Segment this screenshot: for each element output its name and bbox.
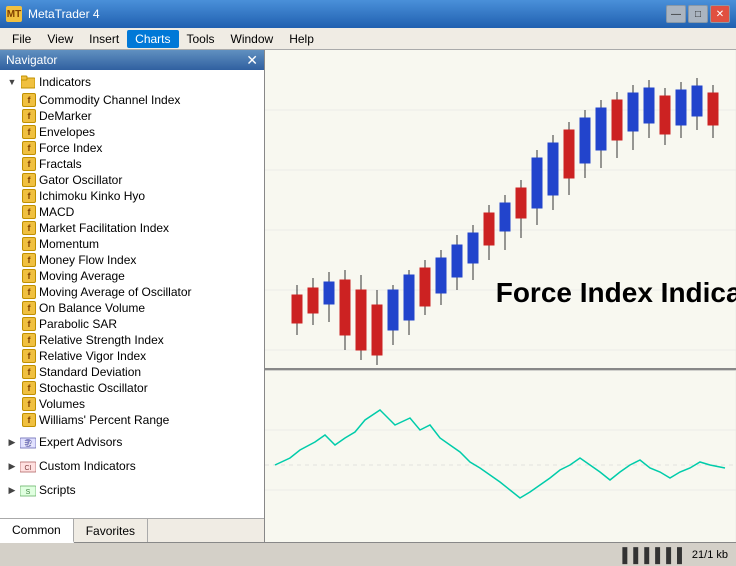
menu-charts[interactable]: Charts [127,30,178,48]
svg-text:EA: EA [23,441,33,448]
svg-text:CI: CI [25,465,32,472]
expand-indicators-icon: ▼ [4,74,20,90]
navigator-close-button[interactable]: ✕ [246,53,258,67]
indicators-folder-icon [20,74,36,90]
navigator-header: Navigator ✕ [0,50,264,70]
minimize-button[interactable]: — [666,5,686,23]
indicator-icon: f [22,93,36,107]
indicator-icon: f [22,301,36,315]
expert-advisors-header[interactable]: ▶ EA Expert Advisors [0,432,264,452]
menu-help[interactable]: Help [281,30,322,48]
indicator-icon: f [22,253,36,267]
indicator-icon: f [22,397,36,411]
expand-scripts-icon: ▶ [4,482,20,498]
list-item[interactable]: f Momentum [0,236,264,252]
indicator-icon: f [22,141,36,155]
indicator-icon: f [22,269,36,283]
main-area: Navigator ✕ ▼ Indicators [0,50,736,542]
app-title: MetaTrader 4 [28,7,100,21]
indicator-icon: f [22,109,36,123]
title-bar: MT MetaTrader 4 — □ ✕ [0,0,736,28]
indicators-section-header[interactable]: ▼ Indicators [0,72,264,92]
chart-bars-icon: ▌▌▌▌▌▌ [622,547,688,563]
chart-area: Force Index Indicator [265,50,736,542]
list-item[interactable]: f Stochastic Oscillator [0,380,264,396]
indicators-section: ▼ Indicators f Commodity Channel Index [0,70,264,430]
menu-bar: File View Insert Charts Tools Window Hel… [0,28,736,50]
navigator-panel: Navigator ✕ ▼ Indicators [0,50,265,542]
list-item-money-flow[interactable]: f Money Flow Index [0,252,264,268]
ci-folder-icon: CI [20,458,36,474]
status-text: 21/1 kb [692,549,728,561]
navigator-tabs: Common Favorites [0,518,264,542]
tab-favorites[interactable]: Favorites [74,519,148,542]
indicator-icon: f [22,221,36,235]
list-item[interactable]: f Commodity Channel Index [0,92,264,108]
indicator-icon: f [22,157,36,171]
window-controls: — □ ✕ [666,5,730,23]
list-item-force-index[interactable]: f Force Index [0,140,264,156]
expand-ci-icon: ▶ [4,458,20,474]
custom-indicators-header[interactable]: ▶ CI Custom Indicators [0,456,264,476]
list-item[interactable]: f Moving Average of Oscillator [0,284,264,300]
scripts-label: Scripts [39,483,76,497]
list-item-rsi[interactable]: f Relative Strength Index [0,332,264,348]
list-item[interactable]: f Parabolic SAR [0,316,264,332]
navigator-content[interactable]: ▼ Indicators f Commodity Channel Index [0,70,264,518]
indicator-icon: f [22,205,36,219]
indicators-label: Indicators [39,75,91,89]
menu-window[interactable]: Window [223,30,282,48]
list-item[interactable]: f Gator Oscillator [0,172,264,188]
list-item[interactable]: f Williams' Percent Range [0,412,264,428]
indicator-icon: f [22,349,36,363]
status-bar: ▌▌▌▌▌▌ 21/1 kb [0,542,736,566]
menu-view[interactable]: View [39,30,81,48]
expert-advisors-section: ▶ EA Expert Advisors [0,430,264,454]
list-item[interactable]: f Volumes [0,396,264,412]
list-item[interactable]: f DeMarker [0,108,264,124]
indicator-icon: f [22,189,36,203]
list-item[interactable]: f Fractals [0,156,264,172]
list-item[interactable]: f Ichimoku Kinko Hyo [0,188,264,204]
indicator-icon: f [22,237,36,251]
indicator-icon: f [22,173,36,187]
expand-ea-icon: ▶ [4,434,20,450]
indicator-icon: f [22,317,36,331]
menu-tools[interactable]: Tools [179,30,223,48]
list-item[interactable]: f MACD [0,204,264,220]
indicator-icon: f [22,413,36,427]
menu-file[interactable]: File [4,30,39,48]
indicator-icon: f [22,125,36,139]
svg-text:S: S [26,489,31,496]
close-button[interactable]: ✕ [710,5,730,23]
list-item-std-dev[interactable]: f Standard Deviation [0,364,264,380]
list-item-market-facilitation[interactable]: f Market Facilitation Index [0,220,264,236]
indicator-icon: f [22,333,36,347]
ea-folder-icon: EA [20,434,36,450]
maximize-button[interactable]: □ [688,5,708,23]
ci-label: Custom Indicators [39,459,136,473]
app-icon: MT [6,6,22,22]
status-indicator: ▌▌▌▌▌▌ 21/1 kb [622,547,728,563]
indicator-icon: f [22,285,36,299]
menu-insert[interactable]: Insert [81,30,127,48]
ea-label: Expert Advisors [39,435,122,449]
list-item[interactable]: f Moving Average [0,268,264,284]
scripts-section: ▶ S Scripts [0,478,264,502]
scripts-folder-icon: S [20,482,36,498]
chart-indicator-label: Force Index Indicator [496,277,736,309]
navigator-title: Navigator [6,53,57,67]
indicator-icon: f [22,381,36,395]
indicator-icon: f [22,365,36,379]
scripts-header[interactable]: ▶ S Scripts [0,480,264,500]
list-item-rvi[interactable]: f Relative Vigor Index [0,348,264,364]
tab-common[interactable]: Common [0,519,74,543]
list-item[interactable]: f Envelopes [0,124,264,140]
list-item[interactable]: f On Balance Volume [0,300,264,316]
custom-indicators-section: ▶ CI Custom Indicators [0,454,264,478]
